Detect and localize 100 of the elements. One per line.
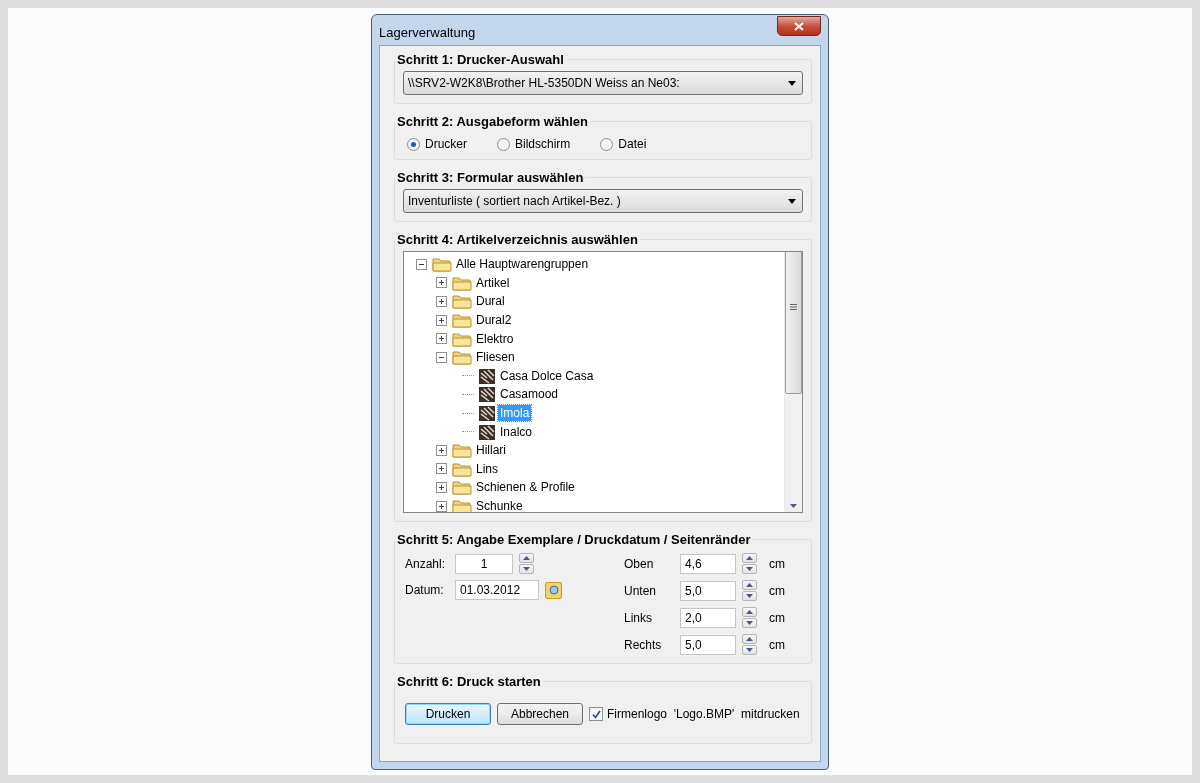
input-field[interactable]: 4,6 (680, 553, 736, 574)
unit-label: cm (769, 583, 785, 598)
scroll-thumb[interactable] (785, 252, 802, 394)
spin-down-button[interactable] (519, 564, 534, 574)
plus-icon (438, 279, 445, 287)
unit-label: cm (769, 556, 785, 571)
radio-button[interactable] (407, 137, 420, 151)
tree-item[interactable]: Fliesen (474, 349, 517, 366)
spin-up-button[interactable] (742, 634, 757, 644)
plus-icon (438, 298, 445, 305)
radio-label[interactable]: Bildschirm (515, 137, 571, 151)
expand-toggle[interactable] (436, 444, 447, 456)
field-label: Datum: (405, 583, 445, 597)
expand-toggle[interactable] (436, 463, 447, 475)
folder-icon (452, 330, 472, 347)
tree-item[interactable]: Hillari (474, 442, 508, 459)
input-field[interactable]: 5,0 (680, 634, 736, 655)
tree-item[interactable]: Elektro (474, 330, 516, 347)
tile-icon (478, 385, 496, 404)
group-title: Schritt 1: Drucker-Auswahl (396, 52, 565, 67)
down-arrow-icon (746, 648, 753, 652)
tree-item[interactable]: Schunke (474, 498, 525, 512)
tree-item[interactable]: Artikel (474, 274, 512, 291)
dropdown[interactable]: \\SRV2-W2K8\Brother HL-5350DN Weiss an Ne03: (403, 71, 803, 95)
plus-icon (438, 335, 445, 343)
group-title: Schritt 5: Angabe Exemplare / Druckdatum / Seitenränder (396, 532, 752, 547)
plus-icon (438, 316, 445, 324)
input-field[interactable]: 5,0 (680, 580, 736, 601)
folder-icon (452, 460, 472, 477)
plus-icon (438, 483, 445, 491)
plus-icon (438, 502, 445, 510)
plus-icon (438, 446, 445, 454)
unit-label: cm (769, 610, 785, 625)
push-button[interactable]: Drucken (405, 703, 491, 725)
spin-down-button[interactable] (742, 618, 757, 628)
tree-item[interactable]: Casa Dolce Casa (498, 367, 596, 384)
clock-icon (548, 585, 559, 595)
spin-up-button[interactable] (519, 553, 534, 563)
tile-icon (478, 366, 496, 385)
unit-label: cm (769, 637, 785, 652)
collapse-toggle[interactable] (416, 258, 427, 270)
expand-toggle[interactable] (436, 314, 447, 326)
checkbox-label[interactable]: Firmenlogo 'Logo.BMP' mitdrucken (607, 707, 800, 721)
spin-down-button[interactable] (742, 645, 757, 655)
input-field[interactable]: 2,0 (680, 607, 736, 628)
field-label: Anzahl: (405, 556, 447, 571)
spin-up-button[interactable] (742, 607, 757, 617)
input-field[interactable]: 1 (455, 553, 513, 574)
tree-item[interactable]: Dural (474, 293, 507, 310)
tree-item[interactable]: Casamood (498, 386, 561, 403)
tree-item[interactable]: Inalco (498, 423, 535, 440)
plus-icon (438, 465, 445, 473)
folder-icon (452, 442, 472, 459)
folder-icon (452, 312, 472, 329)
up-arrow-icon (746, 556, 753, 560)
spin-up-button[interactable] (742, 580, 757, 590)
tile-icon (478, 404, 496, 423)
up-arrow-icon (746, 637, 753, 641)
dropdown[interactable]: Inventurliste ( sortiert nach Artikel-Bez. ) (403, 189, 803, 213)
spin-up-button[interactable] (742, 553, 757, 563)
group-title: Schritt 6: Druck starten (396, 674, 542, 689)
group-title: Schritt 2: Ausgabeform wählen (396, 114, 589, 129)
tree-item[interactable]: Schienen & Profile (474, 479, 577, 496)
window-title: Lagerverwaltung (379, 24, 476, 40)
folder-icon (452, 349, 472, 366)
expand-toggle[interactable] (436, 333, 447, 345)
collapse-toggle[interactable] (436, 351, 447, 363)
calendar-button[interactable] (545, 581, 562, 599)
group-title: Schritt 4: Artikelverzeichnis auswählen (396, 232, 639, 247)
tree-item[interactable]: Alle Hauptwarengruppen (454, 256, 591, 273)
scrollbar[interactable] (784, 252, 802, 512)
folder-icon (452, 293, 472, 310)
tree-item[interactable]: Dural2 (474, 312, 514, 329)
date-field[interactable]: 01.03.2012 (455, 580, 539, 600)
field-label: Oben (624, 556, 655, 571)
radio-label[interactable]: Datei (618, 137, 647, 151)
up-arrow-icon (746, 610, 753, 614)
radio-label[interactable]: Drucker (425, 137, 467, 151)
field-label: Links (624, 610, 653, 625)
expand-toggle[interactable] (436, 296, 447, 307)
field-label: Unten (624, 583, 658, 598)
folder-icon (452, 479, 472, 496)
folder-icon (452, 498, 472, 512)
radio-button[interactable] (600, 137, 614, 151)
radio-button[interactable] (497, 137, 510, 151)
dropdown-arrow-icon (788, 80, 796, 86)
close-icon (794, 21, 804, 31)
down-arrow-icon (746, 621, 753, 625)
expand-toggle[interactable] (436, 500, 447, 512)
down-arrow-icon (746, 567, 753, 571)
folder-icon (432, 256, 452, 273)
close-button[interactable] (777, 16, 821, 36)
expand-toggle[interactable] (436, 277, 447, 289)
down-arrow-icon (523, 567, 530, 571)
expand-toggle[interactable] (436, 481, 447, 493)
tree-item[interactable]: Lins (474, 460, 500, 477)
spin-down-button[interactable] (742, 564, 757, 574)
checkbox[interactable] (589, 707, 603, 721)
spin-down-button[interactable] (742, 591, 757, 601)
push-button[interactable]: Abbrechen (497, 703, 583, 725)
